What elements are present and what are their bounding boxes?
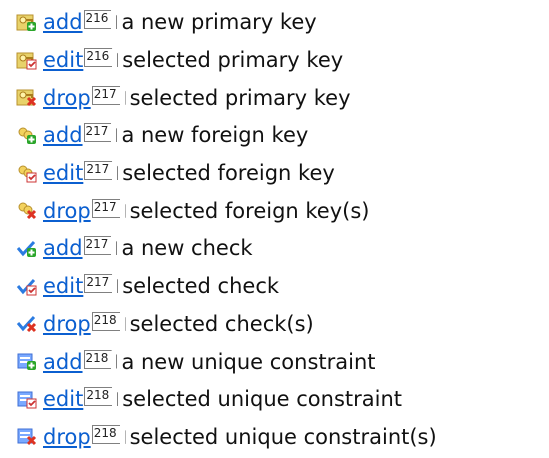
- edit-link[interactable]: edit: [43, 389, 83, 410]
- page-reference[interactable]: 218: [91, 424, 120, 444]
- page-reference[interactable]: 216: [84, 48, 113, 68]
- page-reference[interactable]: 216: [83, 10, 112, 30]
- list-item: edit 218 selected unique constraint: [16, 381, 437, 419]
- add-check-icon: [16, 238, 38, 260]
- page-reference[interactable]: 217: [83, 123, 112, 143]
- edit-check-icon: [16, 276, 38, 298]
- drop-unique-constraint-icon: [16, 426, 38, 448]
- list-item: edit 216 selected primary key: [16, 42, 437, 80]
- action-description: a new unique constraint: [121, 349, 376, 374]
- edit-link[interactable]: edit: [43, 163, 83, 184]
- key-actions-list: add 216 a new primary key edit 216 selected p…: [16, 4, 437, 456]
- action-description: selected check: [122, 274, 280, 299]
- drop-link[interactable]: drop: [43, 200, 91, 222]
- action-description: selected primary key: [129, 85, 351, 110]
- list-item: add 217 a new check: [16, 230, 437, 268]
- drop-primary-key-icon: [16, 87, 38, 109]
- list-item: drop 218 selected check(s): [16, 306, 437, 344]
- action-description: selected primary key: [122, 48, 344, 73]
- action-description: selected unique constraint(s): [129, 424, 437, 449]
- action-description: a new check: [121, 236, 253, 261]
- page-reference[interactable]: 217: [91, 85, 120, 105]
- page-reference[interactable]: 218: [91, 311, 120, 331]
- add-link[interactable]: add: [43, 238, 83, 259]
- edit-primary-key-icon: [16, 50, 38, 72]
- edit-foreign-key-icon: [16, 163, 38, 185]
- page-reference[interactable]: 217: [91, 198, 120, 218]
- add-unique-constraint-icon: [16, 351, 38, 373]
- list-item: drop 217 selected primary key: [16, 79, 437, 117]
- list-item: edit 217 selected check: [16, 268, 437, 306]
- action-description: selected foreign key: [122, 161, 335, 186]
- add-link[interactable]: add: [43, 125, 83, 146]
- action-description: selected check(s): [129, 311, 314, 336]
- action-description: a new foreign key: [121, 123, 309, 148]
- action-description: selected foreign key(s): [129, 198, 370, 223]
- add-link[interactable]: add: [43, 351, 83, 373]
- list-item: edit 217 selected foreign key: [16, 155, 437, 193]
- page-reference[interactable]: 218: [83, 349, 112, 369]
- page-reference[interactable]: 217: [84, 161, 113, 181]
- list-item: add 216 a new primary key: [16, 4, 437, 42]
- edit-link[interactable]: edit: [43, 50, 83, 71]
- add-link[interactable]: add: [43, 12, 83, 33]
- list-item: drop 217 selected foreign key(s): [16, 192, 437, 230]
- drop-link[interactable]: drop: [43, 87, 91, 109]
- add-primary-key-icon: [16, 12, 38, 34]
- list-item: add 218 a new unique constraint: [16, 343, 437, 381]
- edit-link[interactable]: edit: [43, 276, 83, 297]
- drop-link[interactable]: drop: [43, 313, 91, 335]
- action-description: a new primary key: [121, 10, 317, 35]
- drop-check-icon: [16, 313, 38, 335]
- page-reference[interactable]: 217: [84, 274, 113, 294]
- drop-link[interactable]: drop: [43, 426, 91, 448]
- page-reference[interactable]: 217: [83, 236, 112, 256]
- list-item: add 217 a new foreign key: [16, 117, 437, 155]
- drop-foreign-key-icon: [16, 200, 38, 222]
- action-description: selected unique constraint: [122, 387, 403, 412]
- add-foreign-key-icon: [16, 125, 38, 147]
- edit-unique-constraint-icon: [16, 389, 38, 411]
- page-reference[interactable]: 218: [84, 387, 113, 407]
- list-item: drop 218 selected unique constraint(s): [16, 419, 437, 457]
